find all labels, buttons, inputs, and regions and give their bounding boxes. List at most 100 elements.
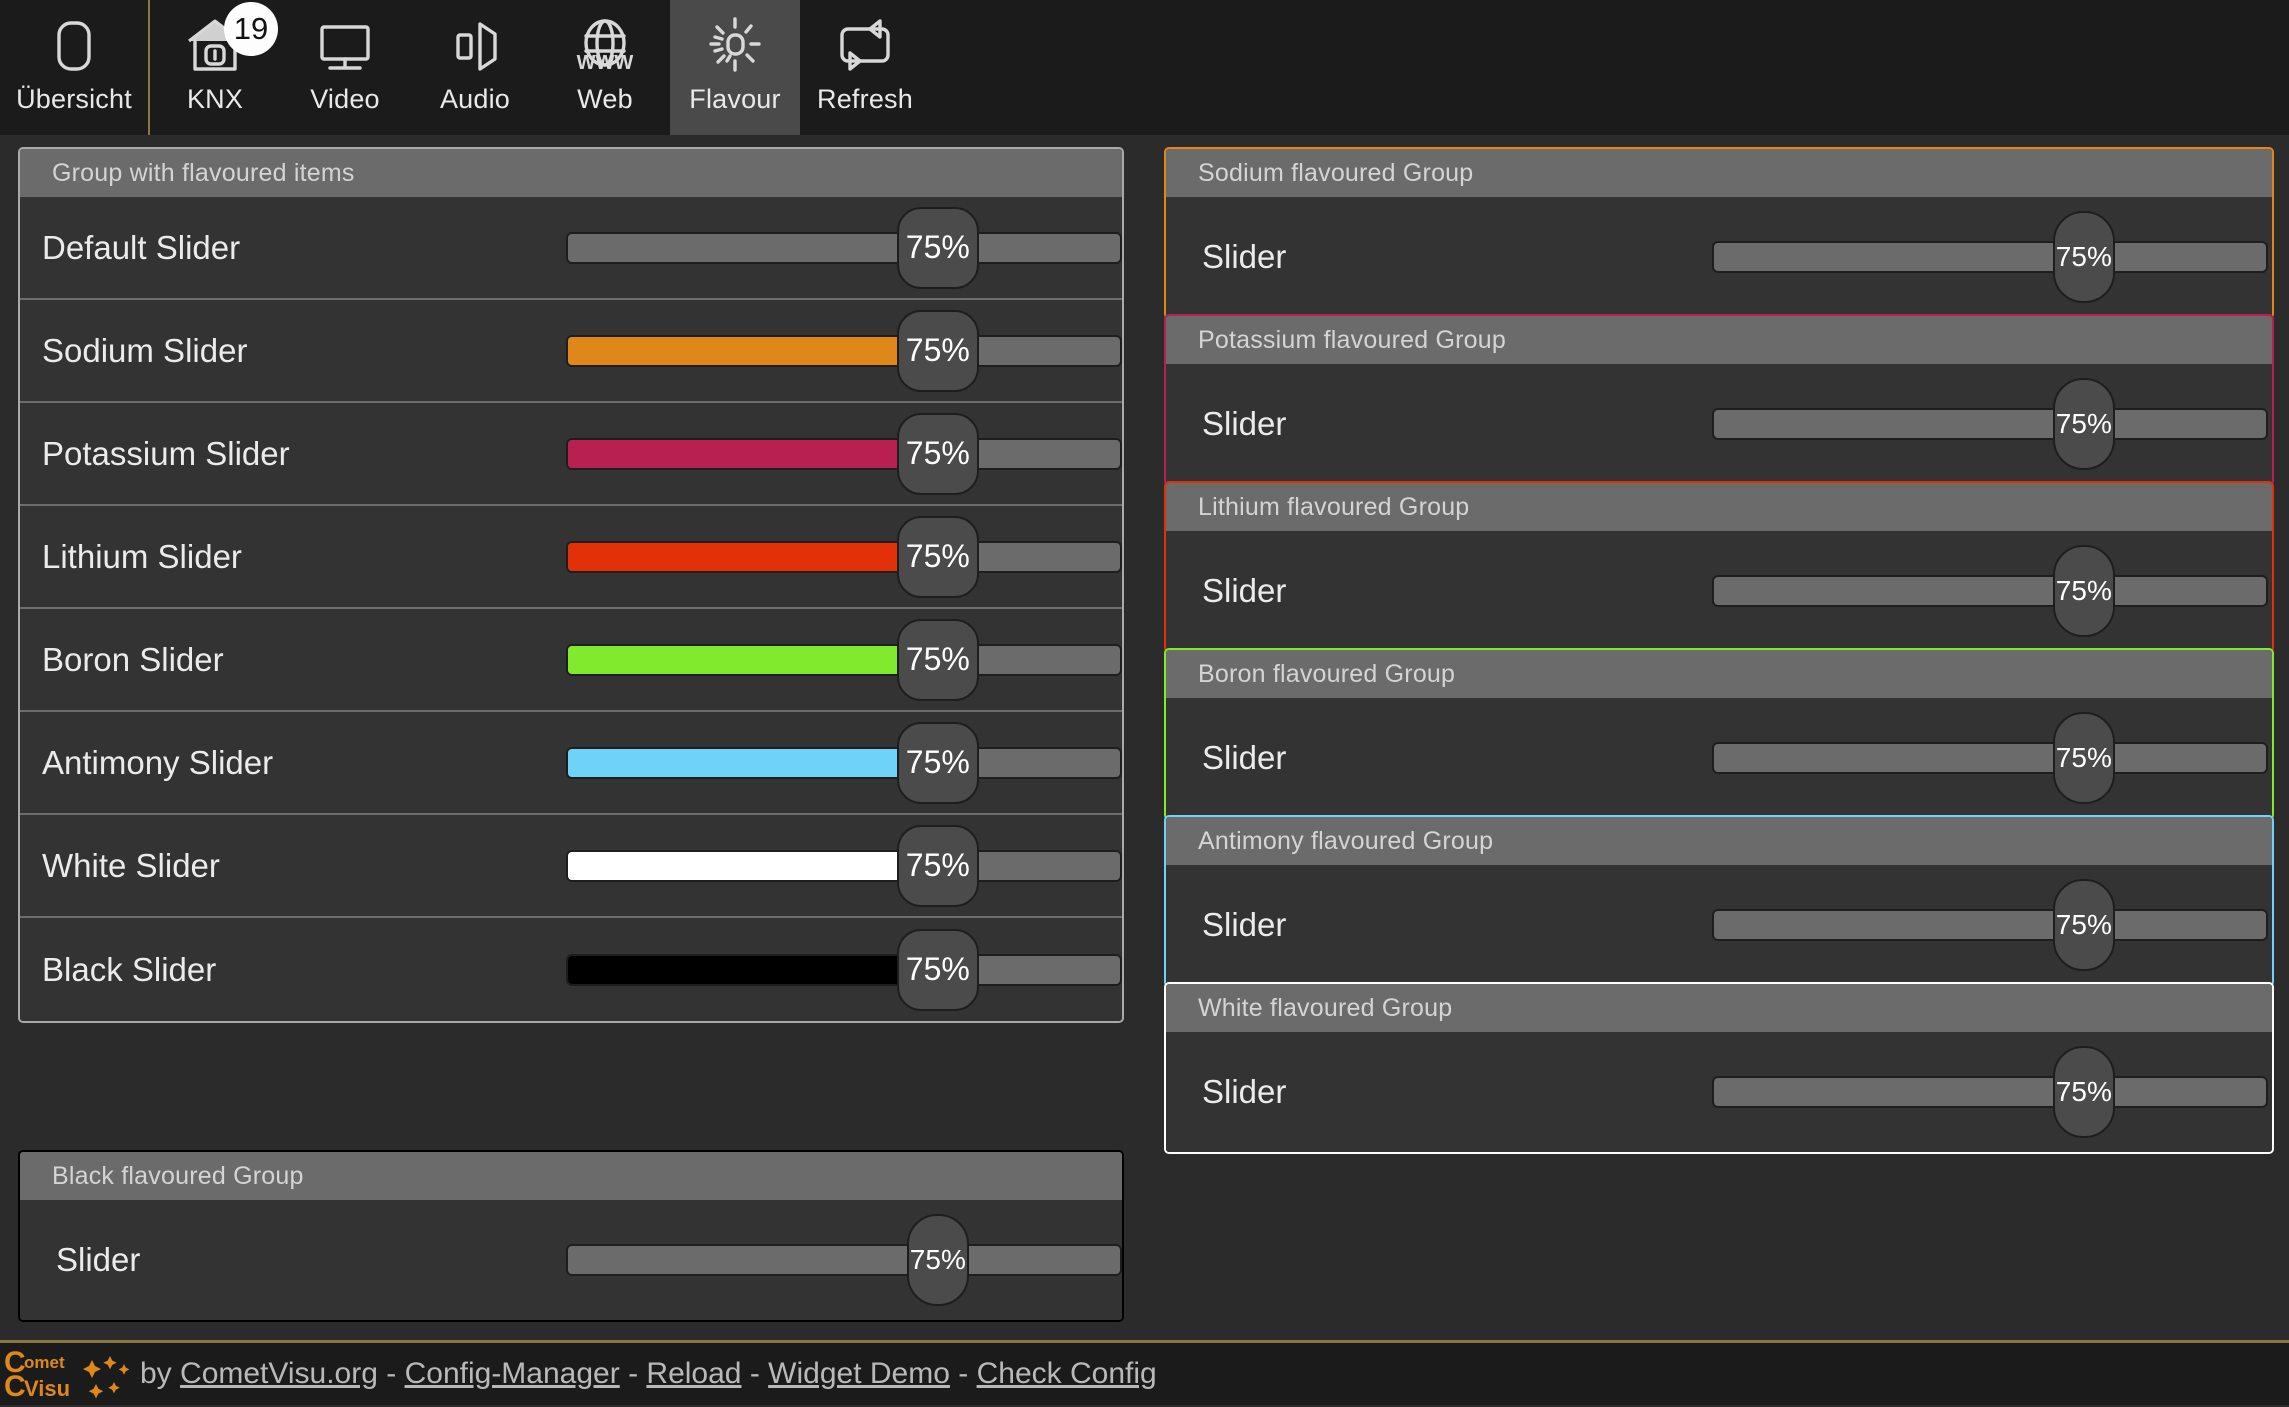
navbar-empty-area [930,0,2289,135]
slider-control[interactable]: 75% [566,505,1122,608]
slider-track[interactable]: 75% [566,515,1122,598]
slider-handle[interactable]: 75% [896,618,979,701]
slider-track[interactable]: 75% [566,721,1122,804]
slider-row-label: Slider [1202,906,1287,943]
nav-item-web[interactable]: WWW Web [540,0,670,135]
nav-item-video[interactable]: Video [280,0,410,135]
slider-handle[interactable]: 75% [2052,1046,2115,1138]
slider-row: Slider 75% [1166,698,2272,818]
slider-handle[interactable]: 75% [2052,712,2115,804]
slider-control[interactable]: 75% [1712,698,2268,818]
slider-control[interactable]: 75% [1712,1032,2268,1152]
slider-row-label: Slider [56,1241,141,1278]
svg-text:C: C [4,1370,26,1402]
slider-row-label: Lithium Slider [42,537,242,575]
group-title: Boron flavoured Group [1166,650,2272,698]
refresh-loop-icon [829,14,901,78]
slider-track[interactable]: 75% [566,309,1122,392]
page-footer: C omet C Visu by CometVisu.org - Config-… [0,1340,2289,1405]
nav-item-flavour[interactable]: Flavour [670,0,800,135]
slider-row: Slider 75% [1166,865,2272,985]
footer-link-reload[interactable]: Reload [646,1357,741,1390]
group-title: Lithium flavoured Group [1166,483,2272,531]
slider-track[interactable]: 75% [566,412,1122,495]
footer-separator: - [386,1357,397,1390]
nav-item-refresh[interactable]: Refresh [800,0,930,135]
slider-control[interactable]: 75% [566,196,1122,299]
right-group-sodium: Sodium flavoured Group Slider 75% [1164,147,2274,319]
slider-control[interactable]: 75% [1712,197,2268,317]
slider-fill [568,748,938,777]
slider-fill [568,851,938,880]
nav-item--bersicht[interactable]: Übersicht [0,0,148,135]
slider-handle[interactable]: 75% [896,206,979,289]
slider-control[interactable]: 75% [566,918,1122,1021]
monitor-icon [309,14,381,78]
slider-track[interactable]: 75% [1712,378,2268,470]
right-group-white: White flavoured Group Slider 75% [1164,982,2274,1154]
slider-handle[interactable]: 75% [896,824,979,907]
slider-track[interactable]: 75% [1712,1046,2268,1138]
black-flavoured-group: Black flavoured Group Slider 75% [18,1150,1124,1322]
slider-handle[interactable]: 75% [896,412,979,495]
footer-separator: - [749,1357,760,1390]
nav-item-audio[interactable]: Audio [410,0,540,135]
right-group-potassium: Potassium flavoured Group Slider 75% [1164,314,2274,486]
slider-handle[interactable]: 75% [2052,211,2115,303]
group-body: Slider 75% [1166,1032,2272,1152]
group-body: Slider 75% [1166,865,2272,985]
slider-row: Slider 75% [1166,364,2272,484]
slider-control[interactable]: 75% [1712,364,2268,484]
slider-control[interactable]: 75% [566,402,1122,505]
slider-row: White Slider 75% [20,815,1122,918]
slider-handle[interactable]: 75% [896,309,979,392]
footer-separator: - [958,1357,969,1390]
slider-handle[interactable]: 75% [906,1214,969,1306]
slider-control[interactable]: 75% [566,814,1122,917]
group-body: Slider 75% [1166,197,2272,317]
slider-track[interactable]: 75% [566,928,1122,1011]
footer-link-check-config[interactable]: Check Config [977,1357,1157,1390]
slider-track[interactable]: 75% [566,206,1122,289]
slider-control[interactable]: 75% [566,299,1122,402]
slider-handle[interactable]: 75% [896,515,979,598]
slider-track[interactable]: 75% [1712,879,2268,971]
footer-link-widget-demo[interactable]: Widget Demo [768,1357,950,1390]
slider-handle[interactable]: 75% [2052,879,2115,971]
footer-link-cometvisu-org[interactable]: CometVisu.org [180,1357,378,1390]
slider-track[interactable]: 75% [566,1214,1122,1306]
slider-row-label: Default Slider [42,228,241,266]
slider-row-label: Boron Slider [42,640,224,678]
slider-control[interactable]: 75% [566,711,1122,814]
slider-handle[interactable]: 75% [2052,545,2115,637]
slider-handle[interactable]: 75% [2052,378,2115,470]
slider-track[interactable]: 75% [1712,545,2268,637]
speaker-icon [439,14,511,78]
slider-handle[interactable]: 75% [896,928,979,1011]
slider-row: Slider 75% [1166,197,2272,317]
slider-row-label: Slider [1202,238,1287,275]
slider-fill [568,645,938,674]
slider-control[interactable]: 75% [566,1200,1122,1320]
slider-track[interactable]: 75% [1712,211,2268,303]
footer-link-config-manager[interactable]: Config-Manager [405,1357,620,1390]
nav-item-label: Video [310,84,380,114]
slider-handle[interactable]: 75% [896,721,979,804]
nav-item-label: Web [577,84,633,114]
group-body: Slider 75% [1166,531,2272,651]
right-group-lithium: Lithium flavoured Group Slider 75% [1164,481,2274,653]
slider-row-label: White Slider [42,846,220,884]
slider-control[interactable]: 75% [1712,531,2268,651]
slider-control[interactable]: 75% [1712,865,2268,985]
group-body: Slider 75% [1166,698,2272,818]
nav-item-label: Refresh [817,84,913,114]
slider-row: Potassium Slider 75% [20,403,1122,506]
slider-control[interactable]: 75% [566,608,1122,711]
slider-track[interactable]: 75% [566,824,1122,907]
nav-item-label: KNX [186,84,244,114]
slider-track[interactable]: 75% [566,618,1122,701]
sun-icon [699,14,771,78]
slider-track[interactable]: 75% [1712,712,2268,804]
nav-item-knx[interactable]: KNX 19 [150,0,280,135]
slider-fill [568,542,938,571]
